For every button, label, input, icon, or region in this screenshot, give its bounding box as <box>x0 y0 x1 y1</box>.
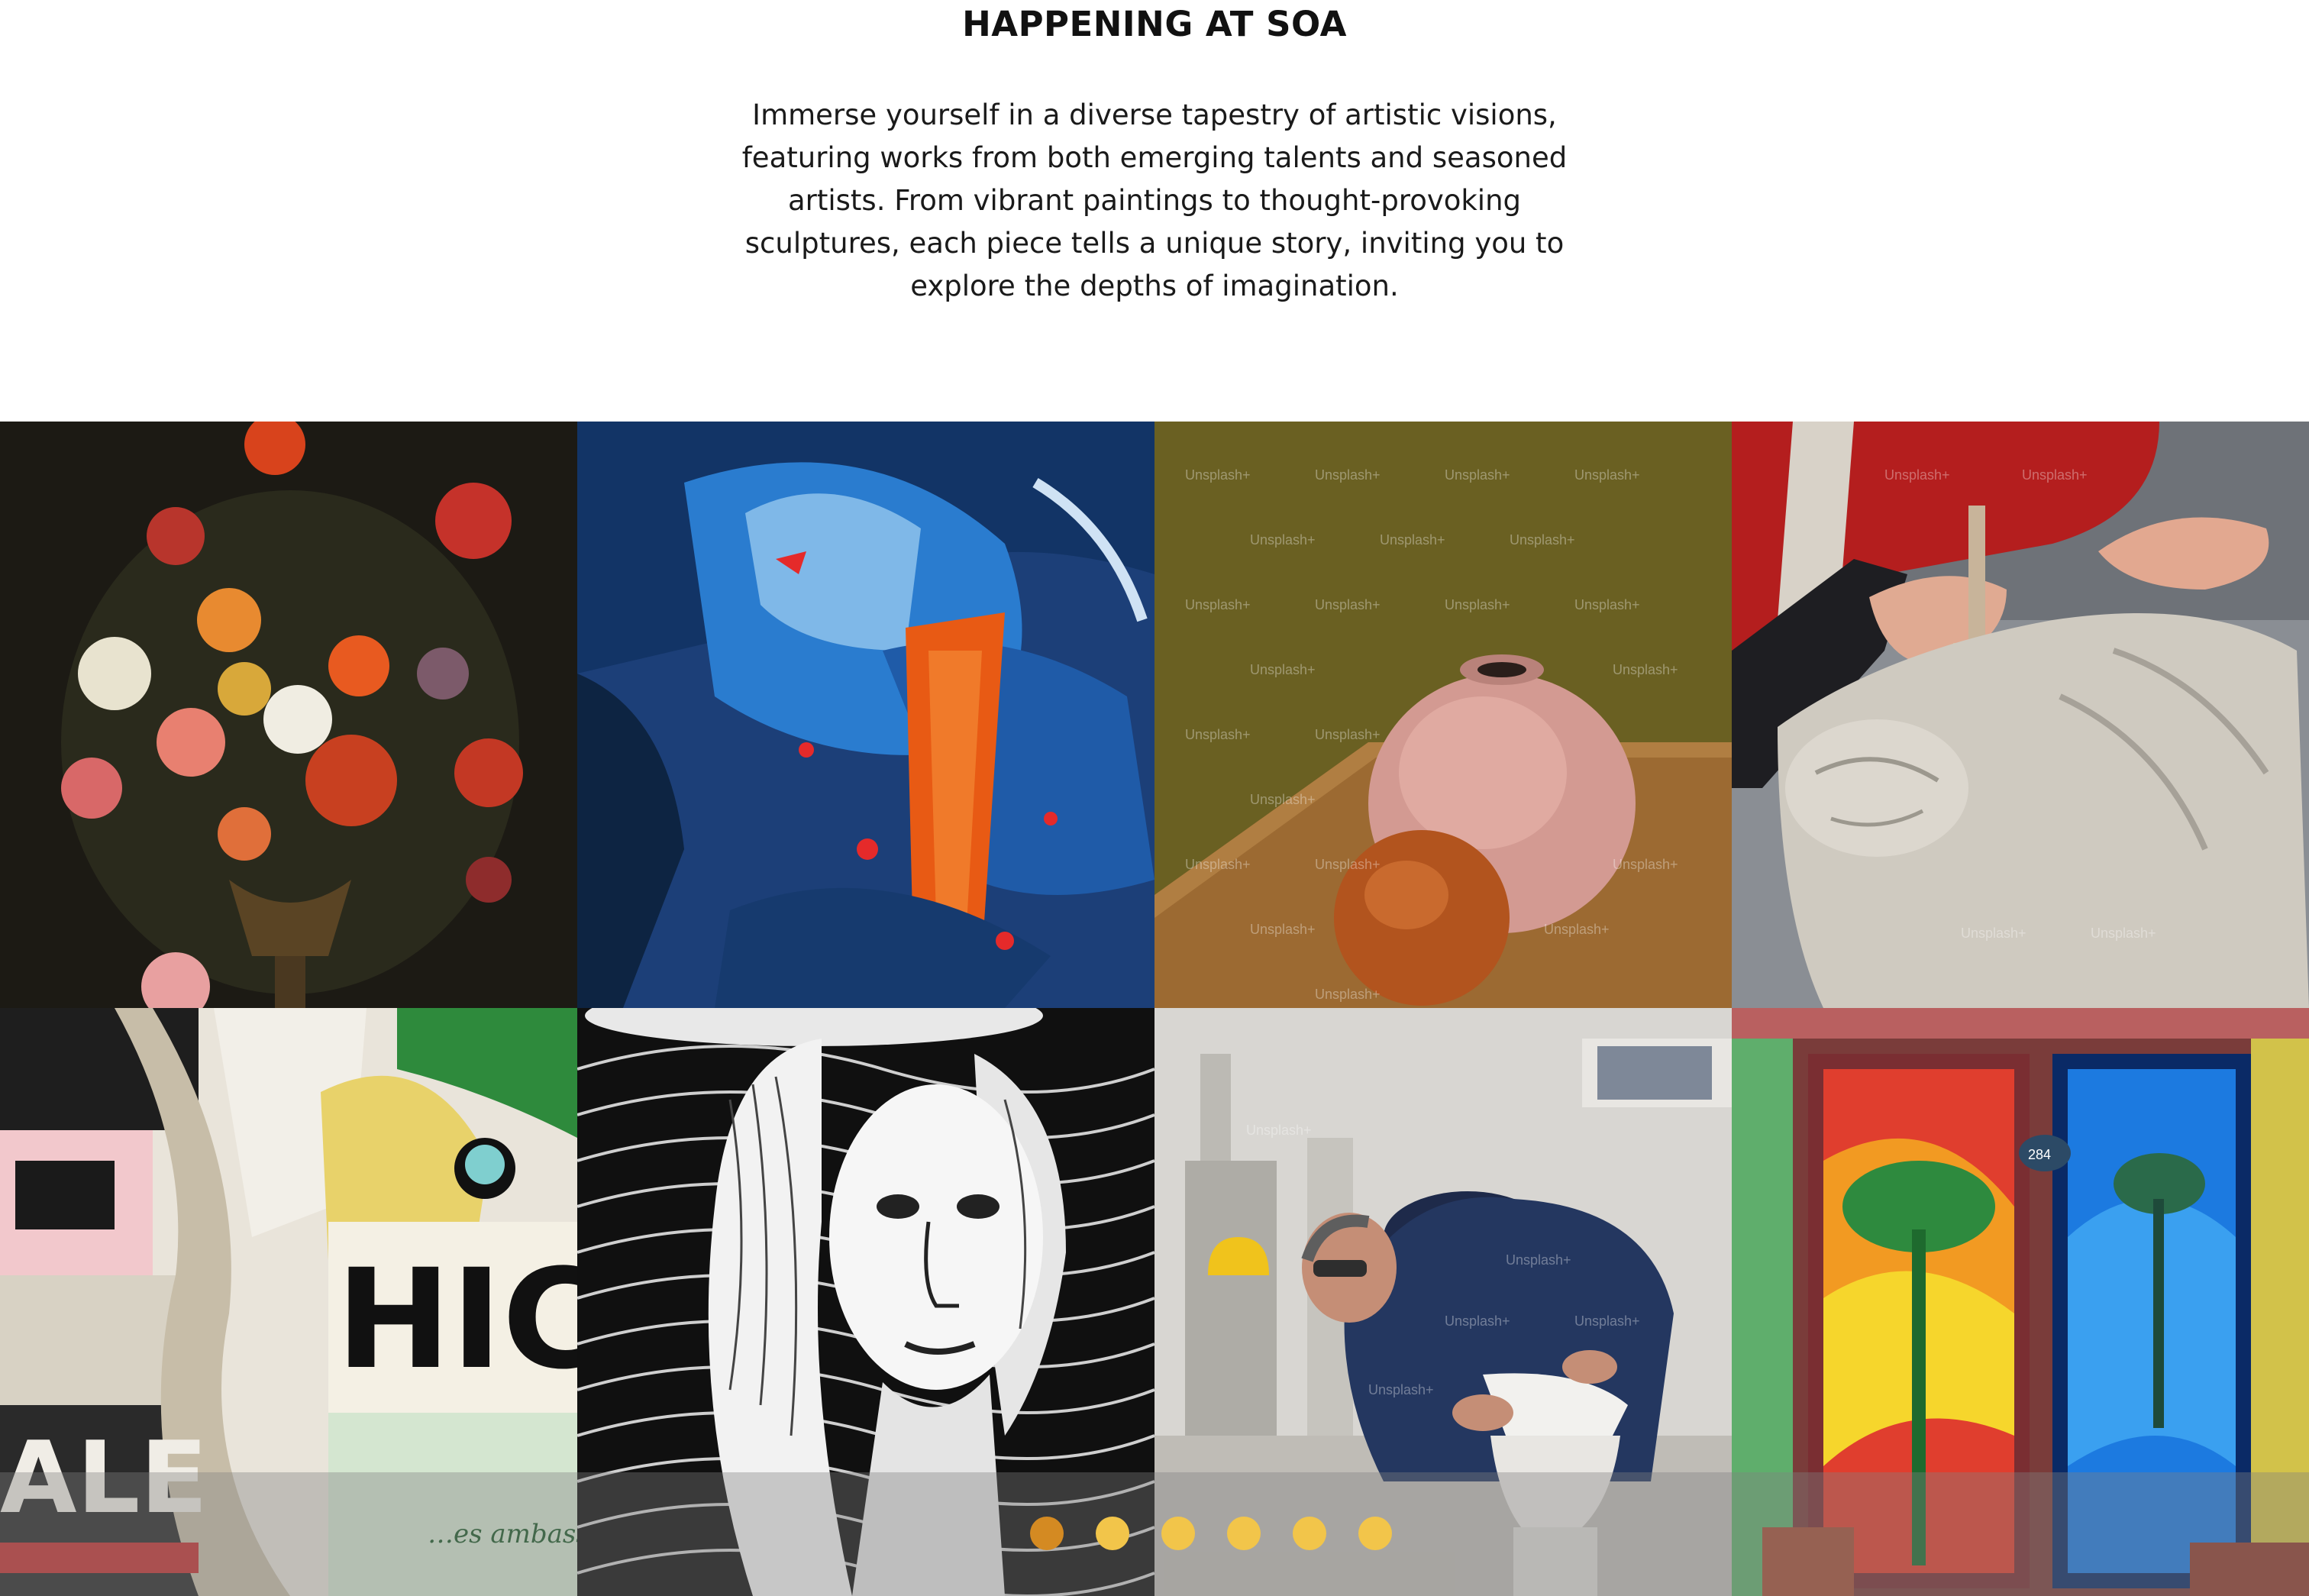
svg-text:HIC: HIC <box>336 1240 577 1400</box>
gallery-image-floral-still-life[interactable] <box>0 422 577 1008</box>
gallery-image-abstract-blue-painting[interactable] <box>577 422 1154 1008</box>
gallery-image-statue-restoration[interactable]: Unsplash+ Unsplash+ Unsplash+ Unsplash+ <box>1732 422 2309 1008</box>
carousel-dot-3[interactable] <box>1161 1517 1195 1550</box>
carousel-dot-4[interactable] <box>1227 1517 1261 1550</box>
carousel-pagination <box>0 1517 2309 1550</box>
section-title: HAPPENING AT SOA <box>962 4 1347 44</box>
carousel-dot-5[interactable] <box>1293 1517 1326 1550</box>
svg-text:284: 284 <box>2028 1147 2051 1162</box>
carousel-dot-6[interactable] <box>1358 1517 1392 1550</box>
gallery-image-pink-vase[interactable]: Unsplash+ Unsplash+ Unsplash+ Unsplash+ … <box>1154 422 1732 1008</box>
carousel-dot-2[interactable] <box>1096 1517 1129 1550</box>
section-intro: Immerse yourself in a diverse tapestry o… <box>741 99 1568 302</box>
carousel-dot-1[interactable] <box>1030 1517 1064 1550</box>
gallery-grid: Unsplash+ Unsplash+ Unsplash+ Unsplash+ … <box>0 422 2309 1596</box>
